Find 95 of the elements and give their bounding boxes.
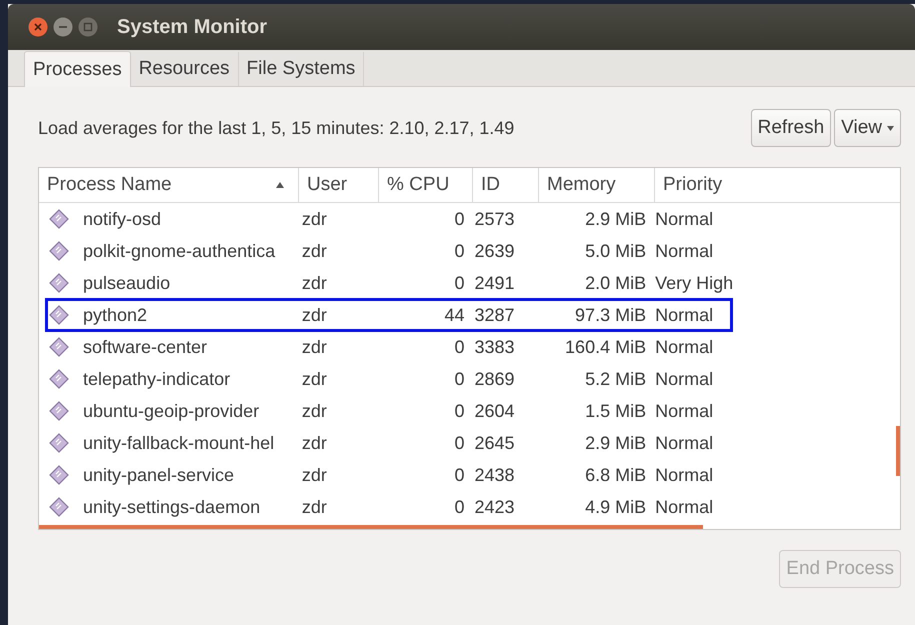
process-name: unity-settings-daemon: [83, 496, 260, 518]
column-header[interactable]: Priority: [655, 168, 900, 202]
table-cell-text: 0: [454, 272, 466, 294]
refresh-button[interactable]: Refresh: [750, 109, 832, 147]
table-cell-text: 2.9 MiB: [584, 208, 648, 230]
minimize-icon[interactable]: [53, 17, 73, 37]
table-cell-text: 4.9 MiB: [584, 496, 648, 518]
table-cell-text: Normal: [654, 240, 714, 262]
process-icon: [49, 273, 69, 293]
table-cell-text: 3287: [474, 304, 516, 326]
table-cell-text: 2869: [474, 368, 516, 390]
table-cell-text: 2639: [474, 240, 516, 262]
process-icon: [49, 209, 69, 229]
view-button[interactable]: View: [834, 109, 901, 147]
column-header[interactable]: Memory: [539, 168, 655, 202]
table-cell-text: 2573: [474, 208, 516, 230]
table-cell-text: zdr: [300, 432, 328, 454]
column-header[interactable]: User: [299, 168, 379, 202]
column-label: Priority: [663, 174, 722, 196]
caret-icon: [887, 126, 894, 130]
process-name: notify-osd: [83, 208, 162, 230]
table-cell-text: Normal: [654, 304, 714, 326]
table-cell-text: zdr: [300, 368, 328, 390]
window-title: System Monitor: [117, 16, 268, 38]
process-name: polkit-gnome-authentica: [83, 240, 276, 262]
table-cell-text: Normal: [654, 432, 714, 454]
table-cell-text: Normal: [654, 208, 714, 230]
process-icon: [49, 241, 69, 261]
column-header[interactable]: ID: [473, 168, 539, 202]
horizontal-scrollbar[interactable]: [39, 525, 703, 529]
table-cell-text: 5.0 MiB: [584, 240, 648, 262]
table-cell-text: 0: [454, 432, 466, 454]
table-cell-text: zdr: [300, 240, 328, 262]
table-cell-text: 2438: [474, 464, 516, 486]
table-cell-text: zdr: [300, 464, 328, 486]
table-cell-text: 2.9 MiB: [584, 432, 648, 454]
tab[interactable]: Processes: [24, 51, 131, 87]
process-name: ubuntu-geoip-provider: [83, 400, 260, 422]
table-cell-text: Normal: [654, 400, 714, 422]
process-icon: [49, 369, 69, 389]
load-averages-text: Load averages for the last 1, 5, 15 minutes: 2.10, 2.17, 1.49: [38, 118, 514, 138]
table-cell-text: Normal: [654, 336, 714, 358]
table-cell-text: 97.3 MiB: [574, 304, 648, 326]
maximize-icon[interactable]: [78, 17, 98, 37]
table-cell-text: 0: [454, 400, 466, 422]
table-cell-text: 2604: [474, 400, 516, 422]
tab[interactable]: Resources: [130, 52, 239, 86]
column-label: Memory: [547, 174, 616, 196]
column-label: Process Name: [47, 174, 173, 196]
process-name: unity-fallback-mount-hel: [83, 432, 274, 454]
table-cell-text: 0: [454, 240, 466, 262]
process-icon: [49, 305, 69, 325]
table-cell-text: zdr: [300, 496, 328, 518]
table-cell-text: Normal: [654, 496, 714, 518]
column-header[interactable]: % CPU: [379, 168, 473, 202]
table-cell-text: 0: [454, 368, 466, 390]
tab[interactable]: File Systems: [238, 52, 364, 86]
process-name: telepathy-indicator: [83, 368, 230, 390]
table-cell-text: 1.5 MiB: [584, 400, 648, 422]
process-name: pulseaudio: [83, 272, 170, 294]
table-cell-text: 2423: [474, 496, 516, 518]
process-name: python2: [83, 304, 148, 326]
table-cell-text: 44: [443, 304, 466, 326]
table-cell-text: 6.8 MiB: [584, 464, 648, 486]
table-cell-text: 5.2 MiB: [584, 368, 648, 390]
process-icon: [49, 433, 69, 453]
table-cell-text: zdr: [300, 272, 328, 294]
table-cell-text: zdr: [300, 336, 328, 358]
process-name: software-center: [83, 336, 208, 358]
table-cell-text: zdr: [300, 400, 328, 422]
column-label: % CPU: [387, 174, 450, 196]
process-icon: [49, 337, 69, 357]
table-cell-text: 2.0 MiB: [584, 272, 648, 294]
table-cell-text: 0: [454, 496, 466, 518]
table-cell-text: 160.4 MiB: [564, 336, 648, 358]
table-cell-text: 2645: [474, 432, 516, 454]
process-icon: [49, 401, 69, 421]
table-cell-text: 3383: [474, 336, 516, 358]
vertical-scrollbar[interactable]: [896, 426, 900, 476]
table-cell-text: 2491: [474, 272, 516, 294]
process-icon: [49, 465, 69, 485]
table-cell-text: Very High: [654, 272, 734, 294]
table-cell-text: zdr: [300, 208, 328, 230]
table-cell-text: zdr: [300, 304, 328, 326]
column-header[interactable]: Process Name: [39, 168, 299, 202]
table-cell-text: Normal: [654, 368, 714, 390]
process-name: unity-panel-service: [83, 464, 234, 486]
table-cell-text: 0: [454, 336, 466, 358]
column-label: ID: [481, 174, 500, 196]
table-cell-text: 0: [454, 464, 466, 486]
table-cell-text: Normal: [654, 464, 714, 486]
table-cell-text: 0: [454, 208, 466, 230]
close-icon[interactable]: [28, 17, 48, 37]
process-icon: [49, 497, 69, 517]
column-label: User: [307, 174, 348, 196]
